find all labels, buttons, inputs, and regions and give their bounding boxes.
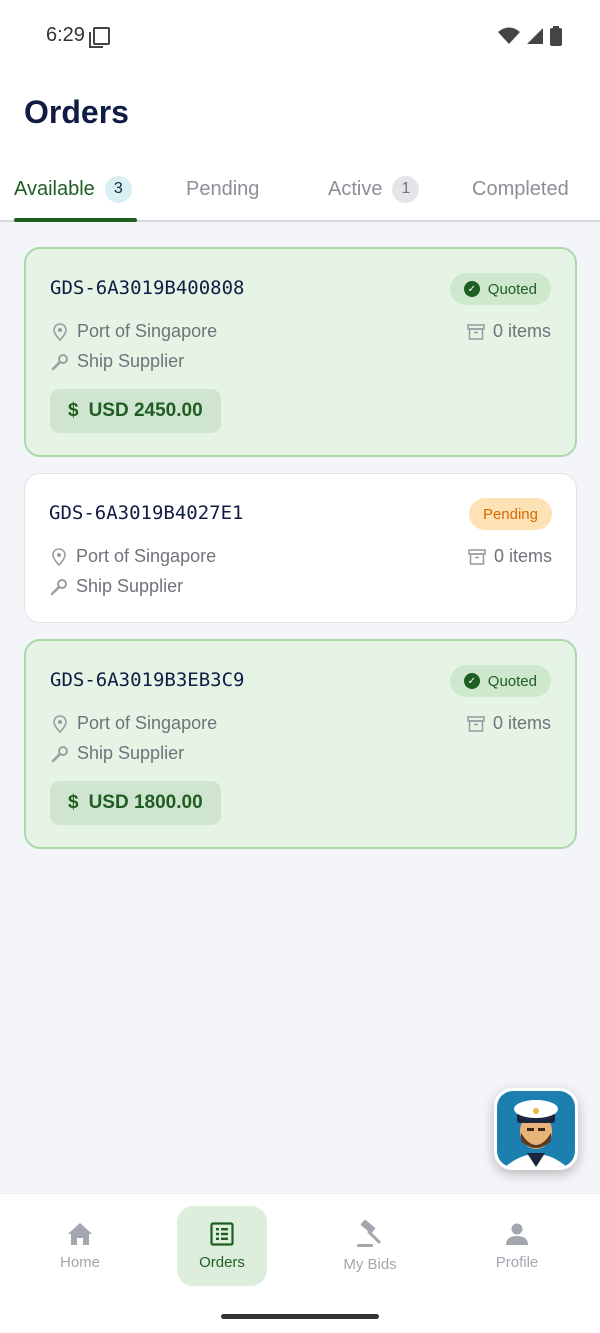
tab-completed[interactable]: Completed [472, 158, 569, 220]
tab-pending[interactable]: Pending [186, 158, 259, 220]
price-value: USD 2450.00 [88, 400, 203, 421]
order-id: GDS-6A3019B3EB3C9 [50, 669, 245, 691]
nav-orders[interactable]: Orders [177, 1206, 267, 1286]
bottom-navigation: Home Orders My Bids Profile [0, 1193, 600, 1333]
wrench-icon [50, 353, 70, 371]
captain-avatar-icon [497, 1091, 575, 1167]
price-tag: $ USD 2450.00 [50, 389, 221, 433]
nav-my-bids[interactable]: My Bids [325, 1206, 415, 1286]
status-badge: Pending [468, 498, 552, 530]
tab-label: Available [14, 177, 95, 200]
status-icons [498, 26, 562, 46]
location-text: Port of Singapore [77, 321, 218, 341]
location-row: Port of Singapore [50, 713, 217, 734]
nav-label: Orders [199, 1253, 245, 1271]
wifi-icon [498, 27, 520, 44]
page-title: Orders [24, 94, 129, 130]
location-pin-icon [50, 322, 70, 341]
order-card[interactable]: GDS-6A3019B4027E1 Pending Port of Singap… [24, 473, 577, 623]
order-id: GDS-6A3019B4027E1 [49, 502, 244, 524]
wrench-icon [50, 745, 70, 763]
supplier-text: Ship Supplier [77, 743, 185, 763]
list-icon [210, 1221, 234, 1246]
tab-label: Active [328, 177, 383, 200]
items-row: 0 items [467, 713, 551, 734]
items-count: 0 items [492, 713, 551, 733]
location-text: Port of Singapore [76, 546, 217, 566]
nav-label: Profile [495, 1253, 539, 1271]
tab-active[interactable]: Active 1 [328, 158, 420, 220]
location-text: Port of Singapore [77, 713, 218, 733]
supplier-row: Ship Supplier [49, 576, 183, 597]
box-icon [467, 715, 485, 733]
location-row: Port of Singapore [50, 321, 217, 342]
status-label: Quoted [487, 672, 537, 690]
tab-label: Completed [472, 177, 569, 200]
wrench-icon [49, 578, 69, 596]
box-icon [468, 548, 486, 566]
status-badge: ✓ Quoted [449, 273, 551, 305]
battery-icon [550, 26, 562, 46]
status-bar: 6:29 [0, 0, 600, 72]
home-icon [68, 1222, 92, 1245]
order-id: GDS-6A3019B400808 [50, 277, 245, 299]
status-label: Quoted [487, 280, 537, 298]
items-row: 0 items [468, 546, 552, 567]
page-header: Orders [0, 72, 600, 158]
supplier-text: Ship Supplier [76, 576, 184, 596]
supplier-row: Ship Supplier [50, 743, 184, 764]
tab-label: Pending [186, 177, 260, 200]
location-pin-icon [50, 714, 70, 733]
supplier-row: Ship Supplier [50, 351, 184, 372]
tab-available[interactable]: Available 3 [14, 158, 132, 220]
status-badge: ✓ Quoted [449, 665, 551, 697]
status-label: Pending [482, 505, 538, 523]
items-count: 0 items [493, 546, 552, 566]
order-card[interactable]: GDS-6A3019B3EB3C9 ✓ Quoted Port of Singa… [24, 639, 577, 849]
nav-home[interactable]: Home [35, 1206, 125, 1286]
check-circle-icon: ✓ [463, 673, 480, 689]
notification-icon [89, 27, 110, 48]
price-tag: $ USD 1800.00 [50, 781, 221, 825]
active-tab-indicator [14, 218, 137, 222]
person-icon [506, 1223, 528, 1245]
tab-count-badge: 3 [104, 175, 132, 203]
dollar-icon: $ [68, 792, 79, 813]
box-icon [467, 323, 485, 341]
signal-icon [527, 28, 543, 44]
status-time: 6:29 [46, 24, 85, 46]
dollar-icon: $ [68, 400, 79, 421]
check-circle-icon: ✓ [463, 281, 480, 297]
nav-label: Home [59, 1253, 100, 1271]
items-row: 0 items [467, 321, 551, 342]
tab-count-badge: 1 [392, 175, 420, 203]
gavel-icon [357, 1219, 381, 1247]
location-row: Port of Singapore [49, 546, 216, 567]
location-pin-icon [49, 547, 69, 566]
captain-assistant-button[interactable] [494, 1088, 578, 1170]
nav-label: My Bids [343, 1255, 397, 1273]
supplier-text: Ship Supplier [77, 351, 185, 371]
order-card[interactable]: GDS-6A3019B400808 ✓ Quoted Port of Singa… [24, 247, 577, 457]
nav-profile[interactable]: Profile [472, 1206, 562, 1286]
gesture-handle[interactable] [221, 1314, 379, 1319]
items-count: 0 items [492, 321, 551, 341]
price-value: USD 1800.00 [88, 792, 203, 813]
order-tabs: Available 3 Pending Active 1 Completed [0, 158, 600, 222]
